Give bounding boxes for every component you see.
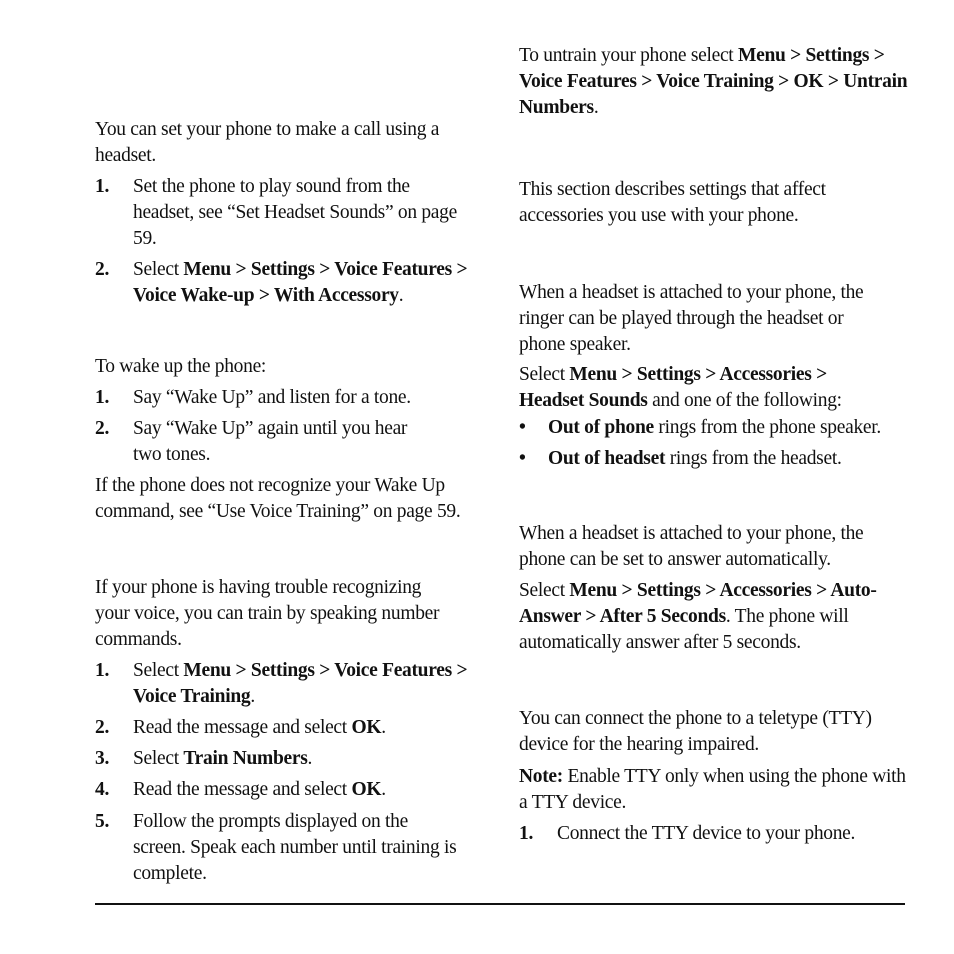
headset-sounds-intro: When a headset is attached to your phone… — [519, 282, 864, 355]
wake-intro: To wake up the phone: — [95, 356, 267, 377]
option-text: Out of headset rings from the headset. — [548, 446, 918, 472]
step-number: 4. — [95, 779, 110, 800]
step-text: Say “Wake Up” again until you hear two t… — [133, 418, 408, 465]
step-number: 2. — [95, 259, 110, 280]
step-text: Select Menu > Settings > Voice Features … — [133, 658, 483, 710]
auto-answer-select: Select Menu > Settings > Accessories > A… — [519, 578, 909, 656]
step-pre: Select — [133, 259, 184, 280]
step-text: Read the message and select OK. — [133, 777, 493, 803]
select-post: and one of the following: — [647, 390, 842, 411]
wake-note: If the phone does not recognize your Wak… — [95, 475, 461, 522]
select-pre: Select — [519, 580, 570, 601]
step-number: 1. — [519, 823, 534, 844]
select-pre: Select — [519, 364, 570, 385]
step-number: 5. — [95, 811, 110, 832]
footer-rule — [95, 903, 905, 905]
step-text: Say “Wake Up” and listen for a tone. — [133, 387, 411, 408]
ok-label: OK — [351, 717, 382, 738]
step-number: 1. — [95, 387, 110, 408]
step-number: 2. — [95, 717, 110, 738]
step-post: . — [381, 779, 386, 800]
step-text: Follow the prompts displayed on the scre… — [133, 811, 457, 884]
step-pre: Read the message and select — [133, 779, 352, 800]
option-desc: rings from the phone speaker. — [653, 417, 881, 438]
step-post: . — [398, 285, 404, 306]
step-post: . — [250, 686, 255, 707]
step-number: 2. — [95, 418, 110, 439]
step-pre: Read the message and select — [133, 717, 352, 738]
step-post: . — [381, 717, 386, 738]
tty-intro: You can connect the phone to a teletype … — [519, 708, 872, 755]
step-number: 3. — [95, 748, 110, 769]
option-label: Out of headset — [548, 448, 666, 469]
training-intro: If your phone is having trouble recogniz… — [95, 577, 440, 650]
option-text: Out of phone rings from the phone speake… — [548, 415, 918, 441]
tty-note: Note: Enable TTY only when using the pho… — [519, 764, 909, 816]
option-desc: rings from the headset. — [665, 448, 842, 469]
step-text: Read the message and select OK. — [133, 715, 493, 741]
step-text: Connect the TTY device to your phone. — [557, 823, 856, 844]
step-pre: Select — [133, 748, 184, 769]
untrain-pre: To untrain your phone select — [519, 45, 738, 66]
step-pre: Select — [133, 660, 184, 681]
menu-path: Menu > Settings > Voice Features > Voice… — [133, 660, 468, 707]
untrain-post: . — [593, 97, 599, 118]
train-numbers-label: Train Numbers — [183, 748, 308, 769]
untrain-instructions: To untrain your phone select Menu > Sett… — [519, 43, 909, 121]
headset-sounds-select: Select Menu > Settings > Accessories > H… — [519, 362, 889, 414]
step-text: Select Train Numbers. — [133, 746, 493, 772]
step-text: Set the phone to play sound from the hea… — [133, 176, 457, 249]
bullet-icon: • — [519, 417, 526, 438]
note-text: Enable TTY only when using the phone wit… — [519, 766, 906, 813]
step-number: 1. — [95, 176, 110, 197]
menu-path: Menu > Settings > Voice Features > Voice… — [133, 259, 468, 306]
auto-answer-intro: When a headset is attached to your phone… — [519, 523, 864, 570]
bullet-icon: • — [519, 448, 526, 469]
headset-call-intro: You can set your phone to make a call us… — [95, 119, 440, 166]
step-post: . — [307, 748, 313, 769]
step-number: 1. — [95, 660, 110, 681]
ok-label: OK — [351, 779, 382, 800]
accessories-intro: This section describes settings that aff… — [519, 179, 826, 226]
note-label: Note: — [519, 766, 563, 787]
option-label: Out of phone — [548, 417, 654, 438]
step-text: Select Menu > Settings > Voice Features … — [133, 257, 483, 309]
